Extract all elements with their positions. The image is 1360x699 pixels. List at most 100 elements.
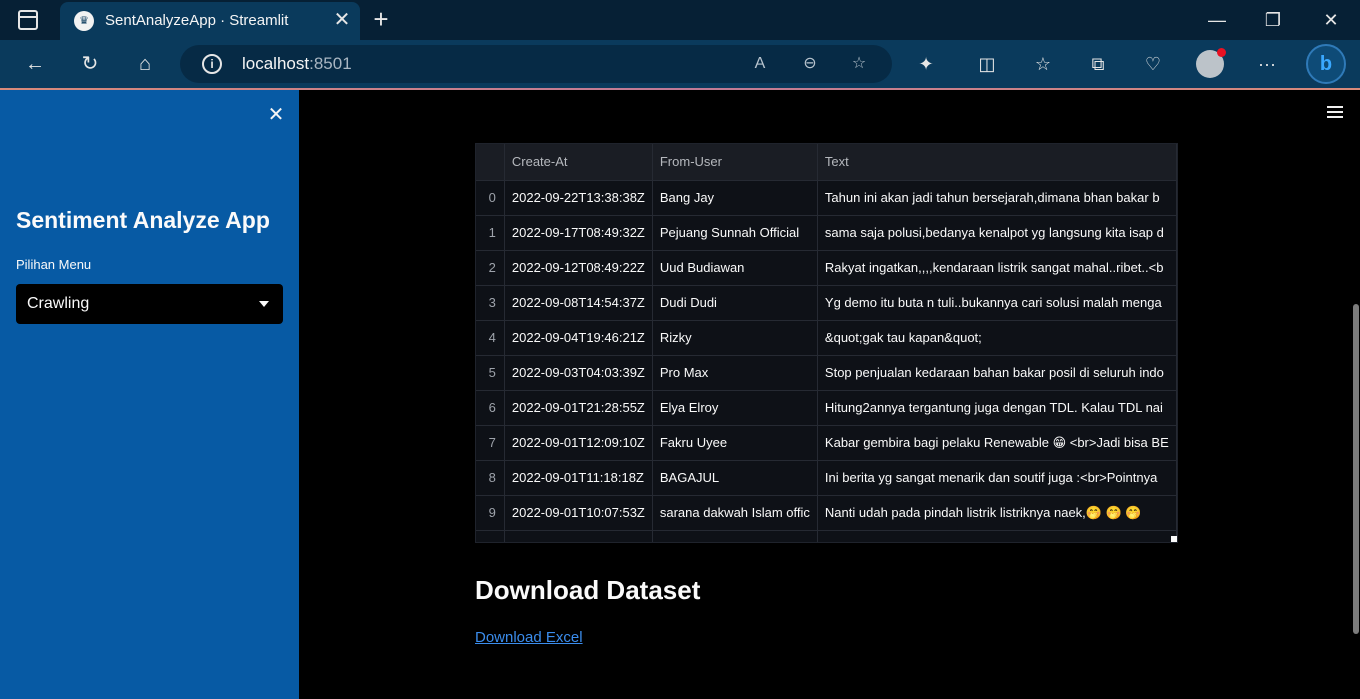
cell-text[interactable]: Hitung2annya tergantung juga dengan TDL.… — [817, 390, 1177, 426]
cell-text[interactable]: Kabar gembira bagi pelaku Renewable 😁 <b… — [817, 425, 1177, 461]
cell-from-user[interactable]: sarana dakwah Islam offic — [652, 495, 818, 531]
cell-create-at[interactable]: 2022-09-01T11:18:18Z — [504, 460, 653, 496]
url-port: :8501 — [309, 54, 352, 73]
sidebar-close-icon[interactable]: ✕ — [265, 104, 287, 126]
menu-selected-value: Crawling — [27, 295, 90, 312]
window-close-icon[interactable]: ✕ — [1319, 8, 1343, 32]
download-heading: Download Dataset — [475, 575, 701, 605]
page-scrollbar[interactable] — [1353, 304, 1359, 634]
browser-essentials-icon[interactable]: ♡ — [1141, 52, 1165, 76]
cell-text[interactable]: Rakyat ingatkan,,,,kendaraan listrik san… — [817, 250, 1177, 286]
row-index: 0 — [476, 180, 505, 216]
cell-text[interactable]: Tahun ini akan jadi tahun bersejarah,dim… — [817, 180, 1177, 216]
address-bar[interactable]: i localhost:8501 A ⊖ ☆ — [180, 45, 892, 83]
data-table: Create-At From-User Text 0 2022-09-22T13:… — [476, 144, 1177, 542]
row-index: 6 — [476, 390, 505, 426]
table-row: 4 2022-09-04T19:46:21Z Rizky &quot;gak tau … — [476, 320, 1177, 356]
row-index: 3 — [476, 285, 505, 321]
zoom-out-icon[interactable]: ⊖ — [799, 53, 821, 75]
column-header-text[interactable]: Text — [817, 144, 1177, 181]
tab-close-icon[interactable]: ✕ — [330, 8, 354, 32]
home-icon[interactable]: ⌂ — [131, 50, 159, 78]
favorites-icon[interactable]: ☆ — [1031, 52, 1055, 76]
row-index: 1 — [476, 215, 505, 251]
cell-create-at[interactable]: 2022-09-01T12:09:10Z — [504, 425, 653, 461]
cell-text[interactable]: &quot;gak tau kapan&quot; — [817, 320, 1177, 356]
row-index: 5 — [476, 355, 505, 391]
cell-from-user[interactable]: Bang Jay — [652, 180, 818, 216]
cell-text[interactable]: sama saja polusi,bedanya kenalpot yg lan… — [817, 215, 1177, 251]
back-icon[interactable]: ← — [21, 50, 49, 78]
restore-icon[interactable]: ❐ — [1261, 8, 1285, 32]
table-row: 5 2022-09-03T04:03:39Z Pro Max Stop penjual… — [476, 355, 1177, 391]
browser-toolbar: ← ↻ ⌂ i localhost:8501 A ⊖ ☆ ✦ ◫ ☆ ⧉ ♡ ·… — [0, 40, 1360, 88]
table-row: 0 2022-09-22T13:38:38Z Bang Jay Tahun ini a… — [476, 180, 1177, 216]
cell-create-at[interactable]: 2022-09-22T13:38:38Z — [504, 180, 653, 216]
dataframe[interactable]: Create-At From-User Text 0 2022-09-22T13:… — [475, 143, 1178, 543]
streamlit-favicon-icon: ♛ — [74, 11, 94, 31]
minimize-icon[interactable]: — — [1205, 8, 1229, 32]
site-info-icon[interactable]: i — [202, 54, 222, 74]
cell-from-user[interactable]: Fakru Uyee — [652, 425, 818, 461]
cell-create-at[interactable]: 2022-09-04T19:46:21Z — [504, 320, 653, 356]
table-row: 9 2022-09-01T10:07:53Z sarana dakwah Islam… — [476, 495, 1177, 531]
row-index: 7 — [476, 425, 505, 461]
table-row: 2 2022-09-12T08:49:22Z Uud Budiawan Rakyat … — [476, 250, 1177, 286]
row-index: 4 — [476, 320, 505, 356]
cell-create-at[interactable]: 2022-09-01T21:28:55Z — [504, 390, 653, 426]
chevron-down-icon — [259, 301, 269, 307]
column-header-from-user[interactable]: From-User — [652, 144, 818, 181]
profile-avatar[interactable] — [1196, 48, 1226, 78]
split-screen-icon[interactable]: ◫ — [975, 52, 999, 76]
cell-from-user[interactable]: Elya Elroy — [652, 390, 818, 426]
cell-from-user[interactable]: Pejuang Sunnah Official — [652, 215, 818, 251]
column-header-create-at[interactable]: Create-At — [504, 144, 653, 181]
table-header-row: Create-At From-User Text — [476, 144, 1177, 181]
collections-icon[interactable]: ⧉ — [1086, 52, 1110, 76]
read-aloud-icon[interactable]: A — [749, 53, 771, 75]
row-index: 8 — [476, 460, 505, 496]
main-content: Create-At From-User Text 0 2022-09-22T13:… — [299, 90, 1360, 699]
table-row: 1 2022-09-17T08:49:32Z Pejuang Sunnah Offi… — [476, 215, 1177, 251]
cell-text[interactable]: Stop penjualan kedaraan bahan bakar posi… — [817, 355, 1177, 391]
dataframe-resize-handle[interactable] — [1171, 536, 1177, 542]
cell-create-at[interactable]: 2022-09-12T08:49:22Z — [504, 250, 653, 286]
cell-create-at[interactable]: 2022-09-17T08:49:32Z — [504, 215, 653, 251]
cell-create-at[interactable]: 2022-09-08T14:54:37Z — [504, 285, 653, 321]
more-options-icon[interactable]: ··· — [1255, 52, 1279, 76]
tab-actions-icon[interactable] — [18, 10, 38, 30]
row-index: 9 — [476, 495, 505, 531]
download-excel-link[interactable]: Download Excel — [475, 629, 583, 646]
app-title: Sentiment Analyze App — [16, 207, 270, 233]
bing-copilot-icon[interactable]: b — [1306, 44, 1346, 84]
cell-create-at[interactable]: 2022-09-01T10:07:53Z — [504, 495, 653, 531]
refresh-icon[interactable]: ↻ — [76, 50, 104, 78]
table-row-partial — [476, 530, 1177, 542]
menu-select[interactable]: Crawling — [16, 284, 283, 324]
extensions-icon[interactable]: ✦ — [914, 52, 938, 76]
hamburger-menu-icon[interactable] — [1327, 106, 1343, 120]
column-header-index[interactable] — [476, 144, 505, 181]
cell-from-user[interactable]: Dudi Dudi — [652, 285, 818, 321]
url-host: localhost — [242, 54, 310, 73]
table-row: 8 2022-09-01T11:18:18Z BAGAJUL Ini berita y… — [476, 460, 1177, 496]
cell-text[interactable]: Ini berita yg sangat menarik dan soutif … — [817, 460, 1177, 496]
table-row: 3 2022-09-08T14:54:37Z Dudi Dudi Yg demo it… — [476, 285, 1177, 321]
new-tab-button[interactable]: + — [368, 6, 394, 32]
cell-from-user[interactable]: BAGAJUL — [652, 460, 818, 496]
table-row: 7 2022-09-01T12:09:10Z Fakru Uyee Kabar gem… — [476, 425, 1177, 461]
cell-text[interactable]: Yg demo itu buta n tuli..bukannya cari s… — [817, 285, 1177, 321]
url-text[interactable]: localhost:8501 — [242, 54, 352, 74]
favorite-star-icon[interactable]: ☆ — [848, 53, 870, 75]
browser-tab-bar: ♛ SentAnalyzeApp · Streamlit ✕ + — ❐ ✕ — [0, 0, 1360, 40]
table-row: 6 2022-09-01T21:28:55Z Elya Elroy Hitung2an… — [476, 390, 1177, 426]
cell-from-user[interactable]: Uud Budiawan — [652, 250, 818, 286]
row-index: 2 — [476, 250, 505, 286]
cell-from-user[interactable]: Rizky — [652, 320, 818, 356]
cell-from-user[interactable]: Pro Max — [652, 355, 818, 391]
cell-text[interactable]: Nanti udah pada pindah listrik listrikny… — [817, 495, 1177, 531]
menu-label: Pilihan Menu — [16, 257, 92, 272]
sidebar: ✕ Sentiment Analyze App Pilihan Menu Cra… — [0, 90, 299, 699]
browser-tab-active[interactable]: ♛ SentAnalyzeApp · Streamlit ✕ — [60, 2, 360, 40]
cell-create-at[interactable]: 2022-09-03T04:03:39Z — [504, 355, 653, 391]
